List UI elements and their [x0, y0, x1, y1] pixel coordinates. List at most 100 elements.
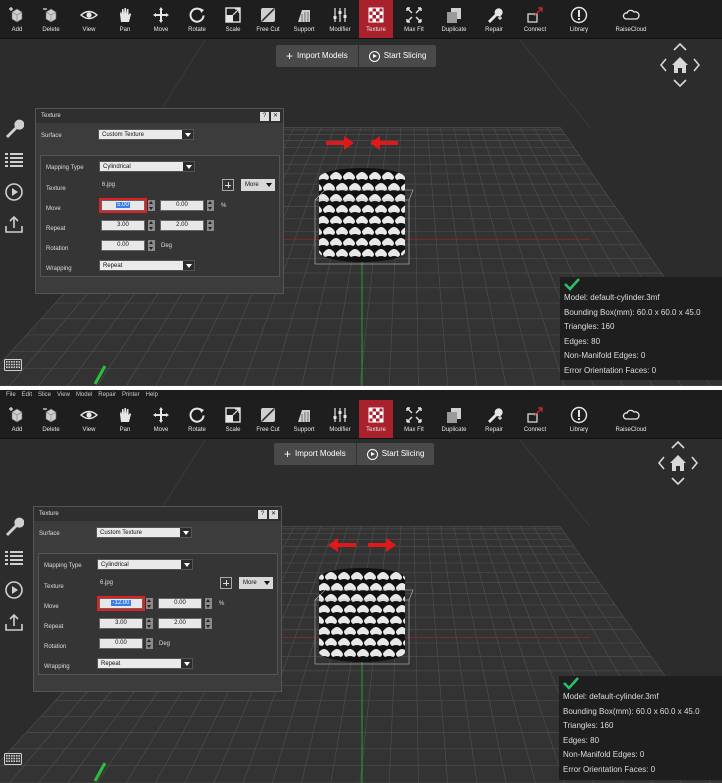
repeat-x-input[interactable]: 3.00 — [101, 220, 145, 231]
add-texture-button[interactable] — [222, 179, 234, 191]
wrench-side-icon[interactable] — [4, 118, 25, 138]
surface-select[interactable]: Custom Texture — [98, 129, 194, 140]
rotation-input[interactable]: 0.00 — [101, 240, 145, 251]
tool-modifier-button[interactable]: Modifier — [323, 0, 357, 38]
tool-delete-button[interactable]: Delete — [34, 0, 68, 38]
tool-move-button[interactable]: Move — [144, 0, 178, 38]
repeat-y-spinner[interactable] — [205, 618, 212, 629]
menu-view[interactable]: View — [57, 390, 70, 400]
wrench-side-icon[interactable] — [4, 516, 25, 536]
keyboard-icon[interactable] — [4, 358, 22, 376]
home-view-icon[interactable] — [657, 440, 699, 490]
move-y-spinner[interactable] — [205, 598, 212, 609]
help-button[interactable]: ? — [258, 510, 267, 519]
tool-rotate-button[interactable]: Rotate — [180, 400, 214, 438]
move-x-spinner[interactable] — [148, 200, 155, 211]
import-models-button[interactable]: + Import Models — [274, 443, 356, 465]
camera-nav-control[interactable] — [657, 440, 699, 486]
camera-nav-control[interactable] — [659, 42, 701, 88]
tool-pan-button[interactable]: Pan — [108, 0, 142, 38]
repeat-x-input[interactable]: 3.00 — [99, 618, 143, 629]
menu-edit[interactable]: Edit — [22, 390, 32, 400]
rotate-icon — [180, 6, 214, 24]
rotation-input[interactable]: 0.00 — [99, 638, 143, 649]
tool-library-button[interactable]: Library — [562, 400, 596, 438]
home-view-icon[interactable] — [659, 42, 701, 92]
move-x-input[interactable]: 5.00 — [99, 198, 147, 213]
repeat-y-input[interactable]: 2.00 — [158, 618, 202, 629]
move-y-input[interactable]: 0.00 — [158, 598, 202, 609]
tool-connect-button[interactable]: Connect — [518, 0, 552, 38]
tool-delete-button[interactable]: Delete — [34, 400, 68, 438]
tool-view-button[interactable]: View — [72, 0, 106, 38]
import-models-button[interactable]: + Import Models — [276, 45, 358, 67]
list-icon[interactable] — [4, 548, 24, 568]
repeat-y-input[interactable]: 2.00 — [160, 220, 204, 231]
tool-raisecloud-button[interactable]: RaiseCloud — [614, 400, 648, 438]
surface-select[interactable]: Custom Texture — [96, 527, 192, 538]
tool-rotate-button[interactable]: Rotate — [180, 0, 214, 38]
tool-duplicate-button[interactable]: Duplicate — [437, 400, 471, 438]
more-dropdown[interactable]: More — [241, 179, 275, 191]
wrapping-select[interactable]: Repeat — [99, 260, 195, 271]
repeat-y-spinner[interactable] — [207, 220, 214, 231]
keyboard-icon[interactable] — [4, 752, 22, 770]
tool-support-button[interactable]: Support — [287, 400, 321, 438]
menu-help[interactable]: Help — [146, 390, 158, 400]
tool-support-button[interactable]: Support — [287, 0, 321, 38]
close-button[interactable]: ✕ — [269, 510, 278, 519]
close-button[interactable]: ✕ — [271, 112, 280, 121]
tool-library-button[interactable]: Library — [562, 0, 596, 38]
menu-file[interactable]: File — [6, 390, 16, 400]
tool-duplicate-button[interactable]: Duplicate — [437, 0, 471, 38]
sliders-icon — [323, 406, 357, 424]
repeat-x-spinner[interactable] — [146, 618, 153, 629]
menu-slice[interactable]: Slice — [38, 390, 51, 400]
tool-repair-button[interactable]: Repair — [477, 400, 511, 438]
menu-repair[interactable]: Repair — [98, 390, 116, 400]
tool-texture-button[interactable]: Texture — [359, 0, 393, 38]
menu-model[interactable]: Model — [76, 390, 92, 400]
play-circle-icon[interactable] — [4, 182, 24, 202]
tool-add-button[interactable]: Add — [0, 400, 34, 438]
texture-icon — [359, 406, 393, 424]
start-slicing-button[interactable]: Start Slicing — [355, 443, 435, 465]
tool-free-cut-button[interactable]: Free Cut — [251, 0, 285, 38]
upload-icon[interactable] — [4, 612, 24, 632]
mapping-type-select[interactable]: Cylindrical — [99, 161, 195, 172]
add-cube-icon — [0, 406, 34, 424]
list-icon[interactable] — [4, 150, 24, 170]
move-y-spinner[interactable] — [207, 200, 214, 211]
tool-max-fit-button[interactable]: Max Fit — [397, 0, 431, 38]
tool-pan-button[interactable]: Pan — [108, 400, 142, 438]
tool-connect-button[interactable]: Connect — [518, 400, 552, 438]
move-y-input[interactable]: 0.00 — [160, 200, 204, 211]
tool-modifier-button[interactable]: Modifier — [323, 400, 357, 438]
tool-add-button[interactable]: Add — [0, 0, 34, 38]
tool-raisecloud-button[interactable]: RaiseCloud — [614, 0, 648, 38]
tool-free-cut-button[interactable]: Free Cut — [251, 400, 285, 438]
tool-scale-button[interactable]: Scale — [216, 0, 250, 38]
move-x-spinner[interactable] — [146, 598, 153, 609]
help-button[interactable]: ? — [260, 112, 269, 121]
start-slicing-button[interactable]: Start Slicing — [357, 45, 437, 67]
surface-label: Surface — [39, 531, 60, 537]
texture-label: Texture — [44, 584, 64, 590]
rotation-spinner[interactable] — [146, 638, 153, 649]
wrapping-select[interactable]: Repeat — [97, 658, 193, 669]
tool-move-button[interactable]: Move — [144, 400, 178, 438]
tool-scale-button[interactable]: Scale — [216, 400, 250, 438]
rotation-spinner[interactable] — [148, 240, 155, 251]
upload-icon[interactable] — [4, 214, 24, 234]
tool-max-fit-button[interactable]: Max Fit — [397, 400, 431, 438]
repeat-x-spinner[interactable] — [148, 220, 155, 231]
mapping-type-select[interactable]: Cylindrical — [97, 559, 193, 570]
tool-repair-button[interactable]: Repair — [477, 0, 511, 38]
more-dropdown[interactable]: More — [239, 577, 273, 589]
menu-printer[interactable]: Printer — [122, 390, 140, 400]
tool-texture-button[interactable]: Texture — [359, 400, 393, 438]
tool-view-button[interactable]: View — [72, 400, 106, 438]
add-texture-button[interactable] — [220, 577, 232, 589]
move-x-input[interactable]: -12.00 — [97, 596, 145, 611]
play-circle-icon[interactable] — [4, 580, 24, 600]
